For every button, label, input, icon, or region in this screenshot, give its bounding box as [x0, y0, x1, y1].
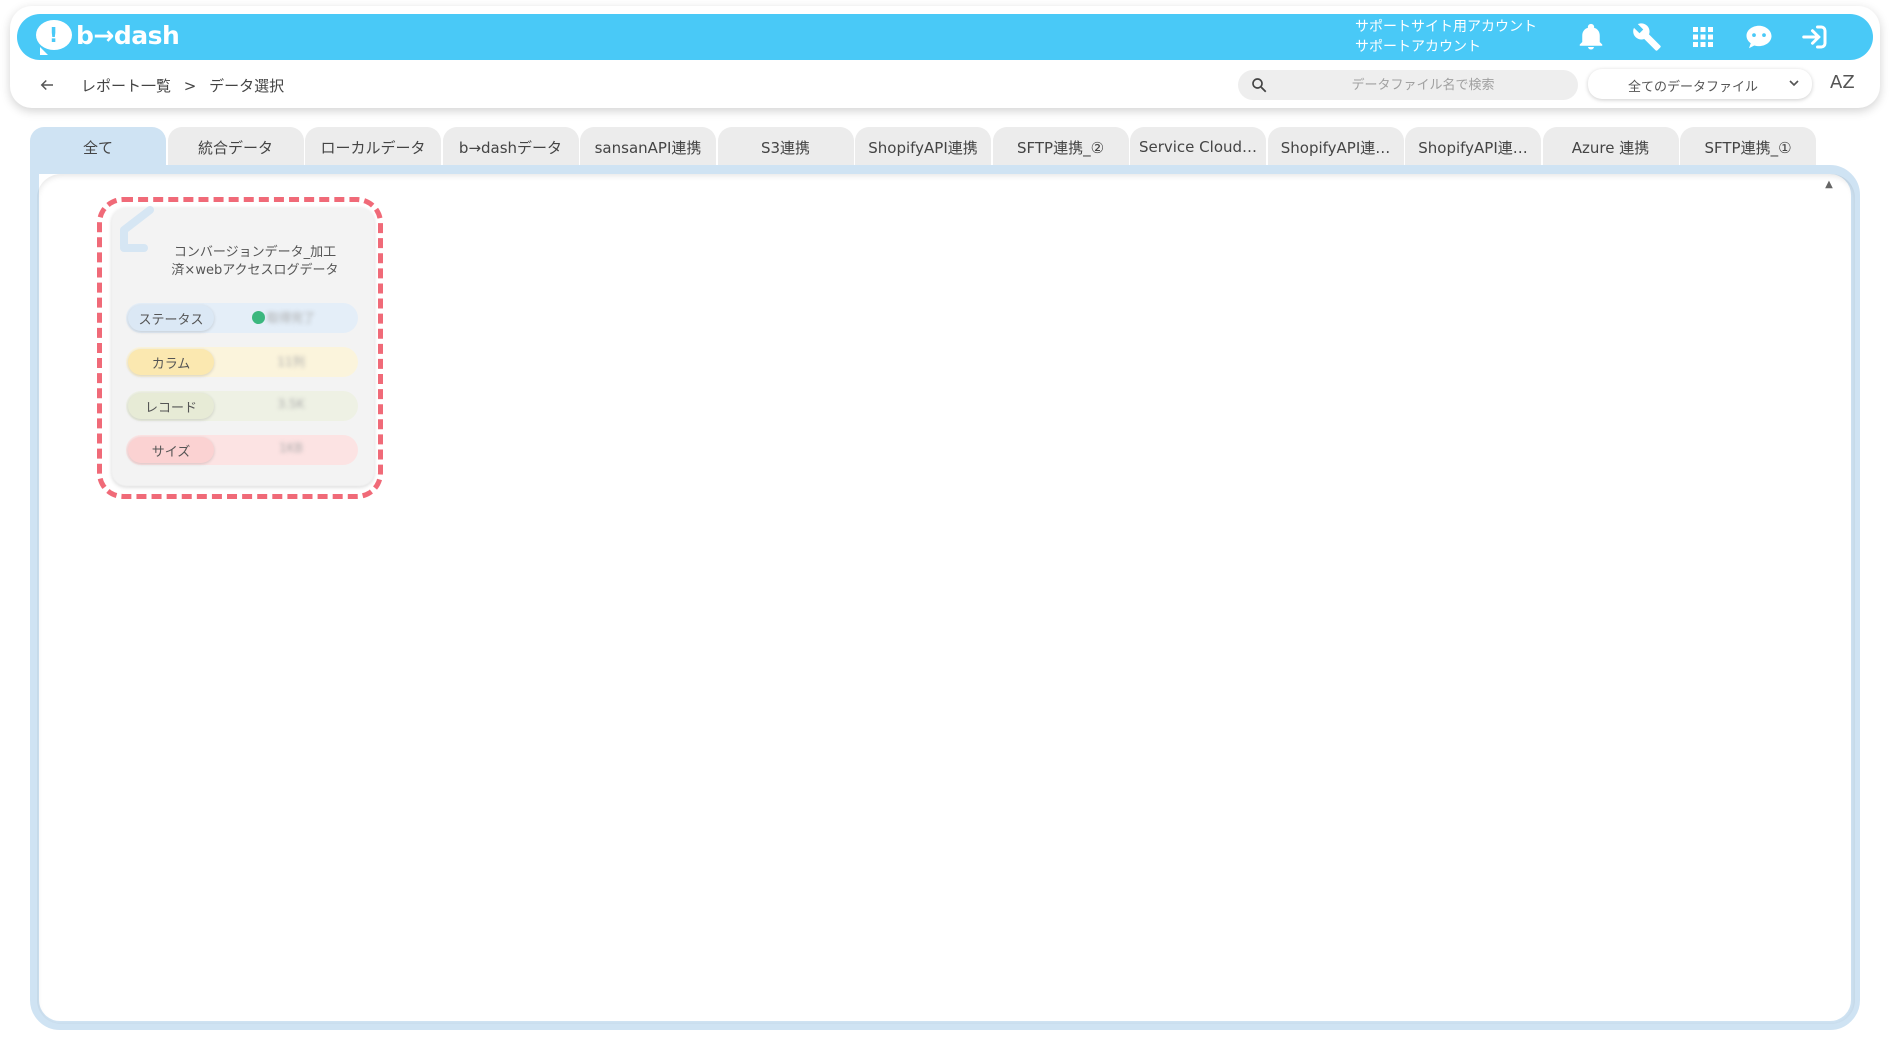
apps-grid-icon[interactable]	[1688, 22, 1718, 52]
tab-bdash-data[interactable]: b→dashデータ	[442, 127, 579, 167]
breadcrumb: レポート一覧 > データ選択	[81, 75, 292, 96]
tab-sansan-api[interactable]: sansanAPI連携	[580, 127, 716, 167]
tab-shopify-api-2[interactable]: ShopifyAPI連…	[1267, 127, 1404, 167]
filter-selected-value: 全てのデータファイル	[1628, 80, 1759, 95]
wrench-icon[interactable]	[1632, 22, 1662, 52]
search-box	[1238, 70, 1578, 100]
bell-icon[interactable]	[1576, 22, 1606, 52]
tab-sftp-2[interactable]: SFTP連携_②	[992, 127, 1129, 167]
data-file-filter-select[interactable]: 全てのデータファイル	[1588, 69, 1812, 99]
tab-sftp-1[interactable]: SFTP連携_①	[1680, 127, 1816, 167]
account-info[interactable]: サポートサイト用アカウント サポートアカウント	[1355, 17, 1537, 57]
tab-integrated-data[interactable]: 統合データ	[167, 127, 304, 167]
sort-az-button[interactable]: AZ	[1830, 72, 1855, 93]
back-arrow-icon[interactable]	[38, 76, 56, 94]
tab-shopify-api[interactable]: ShopifyAPI連携	[855, 127, 991, 167]
app-logo[interactable]: ! b→dash	[36, 20, 180, 55]
logout-icon[interactable]	[1800, 22, 1830, 52]
chat-bot-icon[interactable]	[1744, 22, 1774, 52]
search-icon	[1250, 76, 1268, 94]
card-highlight-outline	[97, 197, 383, 499]
scroll-up-arrow-icon[interactable]: ▲	[1822, 178, 1836, 192]
tab-all[interactable]: 全て	[30, 127, 166, 167]
account-name: サポートサイト用アカウント	[1355, 19, 1537, 35]
breadcrumb-current: データ選択	[209, 77, 285, 95]
logo-text: b→dash	[76, 20, 180, 50]
data-source-tabs: 全て 統合データ ローカルデータ b→dashデータ sansanAPI連携 S…	[30, 127, 1818, 167]
tab-azure[interactable]: Azure 連携	[1542, 127, 1679, 167]
breadcrumb-separator: >	[183, 77, 197, 95]
account-user: サポートアカウント	[1355, 39, 1481, 55]
breadcrumb-link-report-list[interactable]: レポート一覧	[81, 77, 171, 95]
search-input[interactable]	[1278, 70, 1568, 100]
tab-service-cloud[interactable]: Service Cloud…	[1130, 127, 1266, 167]
tab-local-data[interactable]: ローカルデータ	[305, 127, 441, 167]
tab-s3[interactable]: S3連携	[717, 127, 854, 167]
logo-bubble-icon: !	[36, 20, 72, 55]
tab-shopify-api-3[interactable]: ShopifyAPI連…	[1405, 127, 1541, 167]
chevron-down-icon	[1786, 75, 1802, 91]
